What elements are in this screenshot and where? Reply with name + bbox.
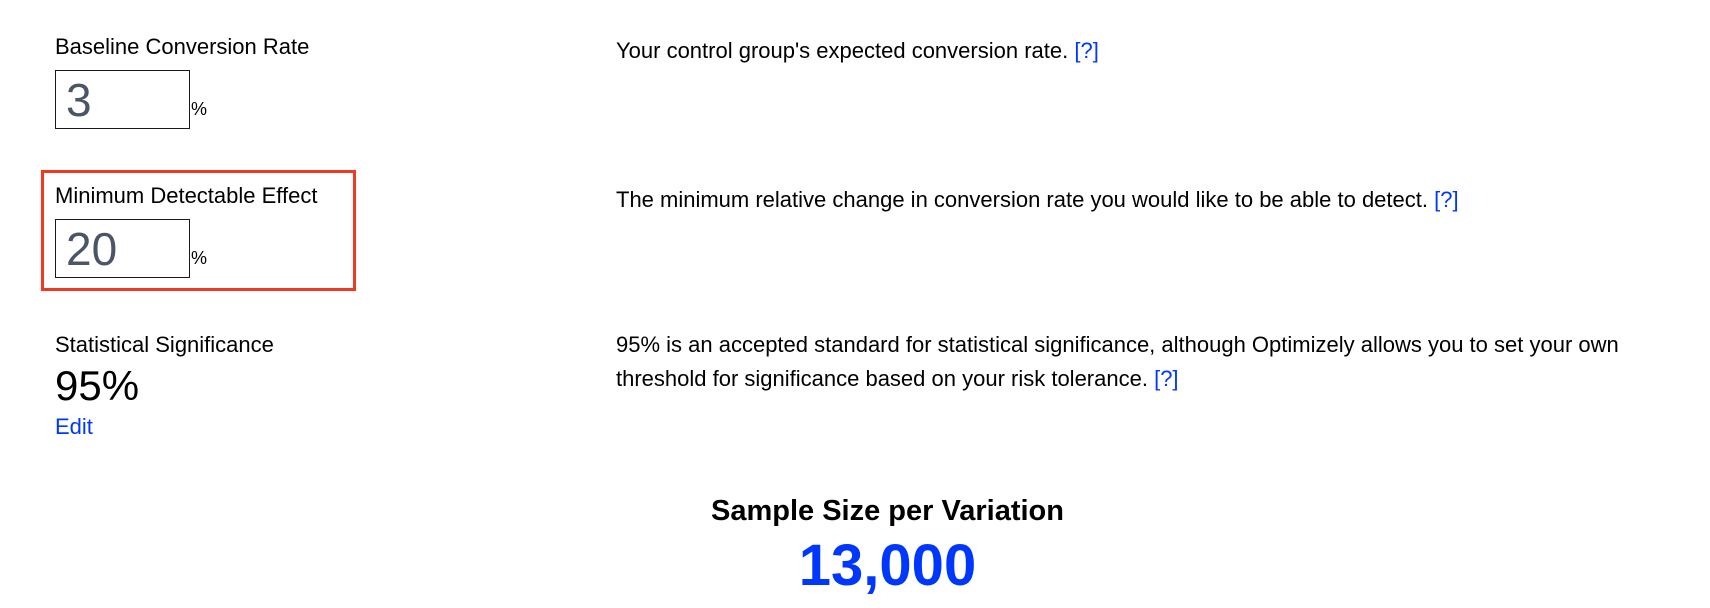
mde-group: Minimum Detectable Effect %: [55, 183, 318, 278]
significance-value: 95%: [55, 362, 140, 409]
mde-label: Minimum Detectable Effect: [55, 183, 318, 208]
baseline-conversion-description-text: Your control group's expected conversion…: [616, 38, 1069, 63]
baseline-conversion-help-link[interactable]: [?]: [1074, 38, 1098, 63]
mde-description: The minimum relative change in conversio…: [616, 183, 1706, 217]
sample-size-value: 13,000: [798, 533, 977, 598]
mde-unit: %: [191, 248, 208, 268]
significance-label: Statistical Significance: [55, 332, 274, 357]
mde-field-wrap: %: [55, 219, 207, 278]
baseline-conversion-input[interactable]: [55, 70, 190, 129]
mde-help-link[interactable]: [?]: [1434, 187, 1458, 212]
mde-input[interactable]: [55, 219, 190, 278]
significance-group: Statistical Significance 95% Edit: [55, 332, 274, 439]
significance-help-link[interactable]: [?]: [1154, 366, 1178, 391]
sample-size-title: Sample Size per Variation: [711, 495, 1064, 527]
significance-description-text: 95% is an accepted standard for statisti…: [616, 332, 1619, 391]
significance-edit-link[interactable]: Edit: [55, 414, 93, 440]
significance-description: 95% is an accepted standard for statisti…: [616, 328, 1706, 396]
baseline-conversion-unit: %: [191, 99, 208, 119]
mde-description-text: The minimum relative change in conversio…: [616, 187, 1428, 212]
baseline-conversion-group: Baseline Conversion Rate %: [55, 34, 310, 129]
baseline-conversion-field-wrap: %: [55, 70, 207, 129]
baseline-conversion-description: Your control group's expected conversion…: [616, 34, 1706, 68]
baseline-conversion-label: Baseline Conversion Rate: [55, 34, 310, 59]
